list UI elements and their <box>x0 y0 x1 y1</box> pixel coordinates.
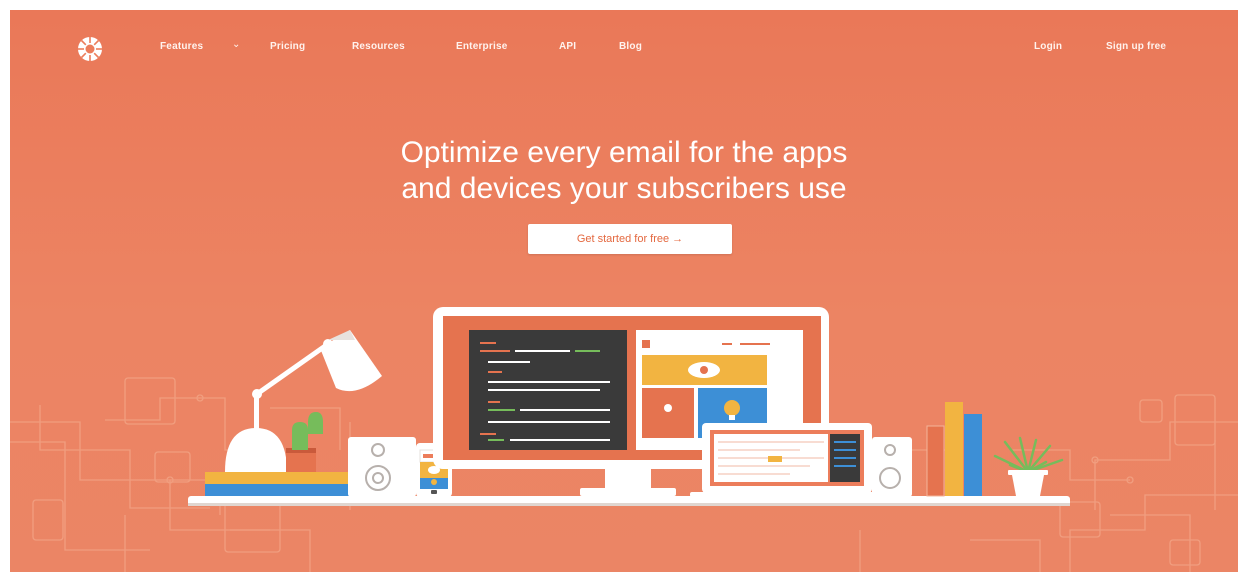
desk-illustration <box>188 307 1070 506</box>
laptop-icon <box>690 423 884 497</box>
book-stack-left <box>205 472 353 484</box>
speaker-left-icon <box>348 437 416 497</box>
speaker-right-icon <box>872 437 912 497</box>
books-icon <box>926 402 982 497</box>
potted-plant-icon <box>993 436 1064 496</box>
cactus-icon <box>286 412 323 472</box>
hero-section: Features ⌄ Pricing Resources Enterprise … <box>10 10 1238 572</box>
